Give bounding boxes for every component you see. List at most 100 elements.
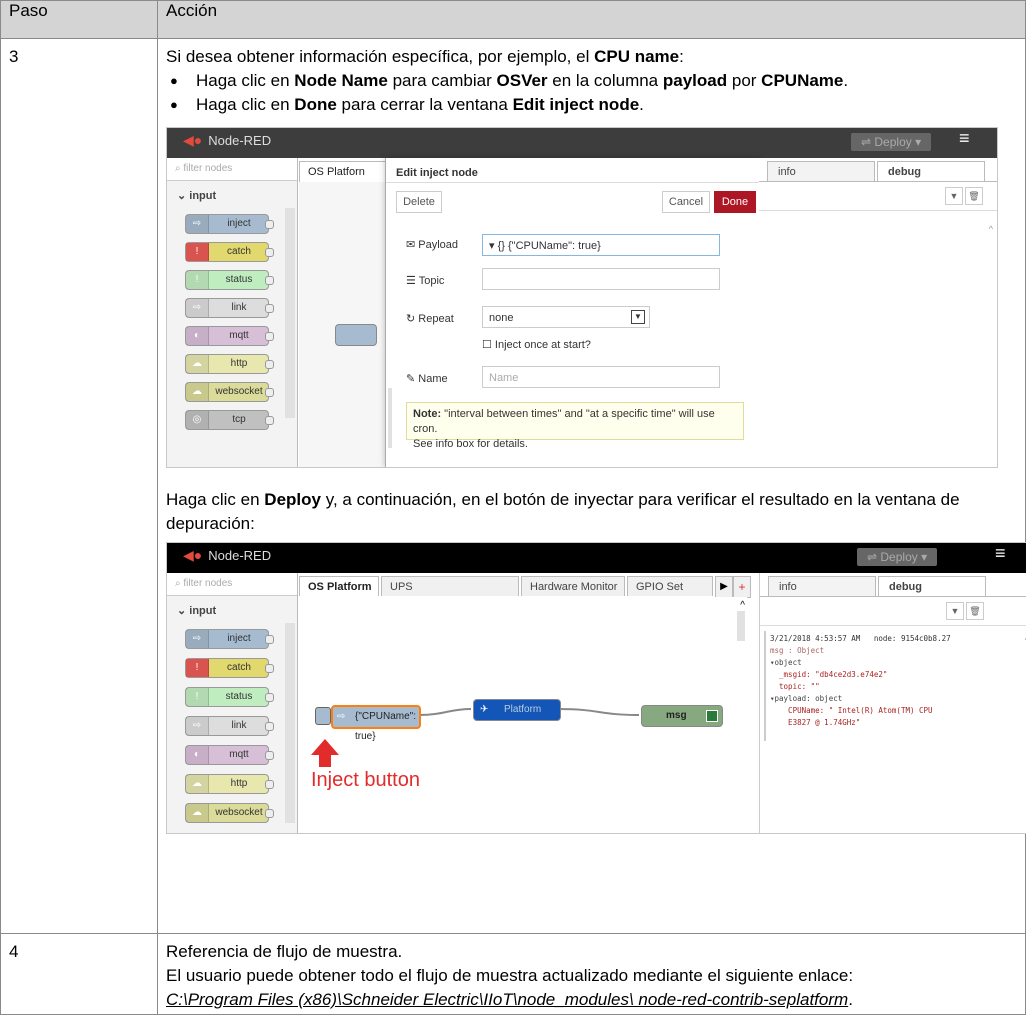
filter-nodes-input[interactable]: ⌕ filter nodes [167,158,297,181]
debug-line: topic: "" [770,682,820,691]
deploy-bold: Deploy [264,490,321,509]
palette-category[interactable]: ⌄ input [177,189,216,203]
node-icon: ⇨ [186,630,209,648]
palette-node-6[interactable]: ☁ websocket [185,382,274,402]
palette-node-3[interactable]: ⇨ link [185,716,274,736]
palette-node-0[interactable]: ⇨ inject [185,629,274,649]
palette-scrollbar[interactable] [285,623,295,823]
palette-node-5[interactable]: ☁ http [185,774,274,794]
deploy-button[interactable]: ⇌ Deploy ▾ [851,133,932,151]
palette-category[interactable]: ⌄ input [177,604,216,618]
node-icon: ⇨ [186,299,209,317]
step-number: 4 [0,933,158,1015]
node-icon: ◎ [186,411,209,429]
tab-scroll-right-icon[interactable]: ▶ [715,576,733,598]
tab-2[interactable]: Hardware Monitor [521,576,625,596]
flow-node-msg[interactable]: msg [641,705,723,727]
node-port [265,780,274,789]
debug-line: ▾object [770,658,802,667]
palette-node-label: status [225,274,253,285]
tab-3[interactable]: GPIO Set [627,576,713,596]
workspace-canvas: ^ ⇨ {"CPUName": true} ✈ Platform msg Injec… [299,597,747,833]
deploy-label: Deploy [874,135,912,149]
scroll-up-icon[interactable]: ^ [989,222,993,236]
nodered-logo-icon: ◀● [183,132,203,148]
flow-link[interactable]: C:\Program Files (x86)\Schneider Electri… [166,990,848,1009]
flow-node-inject[interactable]: ⇨ {"CPUName": true} [331,705,421,742]
bullet1-text: Haga clic en [196,71,290,90]
reference-line: Referencia de flujo de muestra. [166,942,403,961]
debug-toggle[interactable] [706,710,718,722]
node-port [265,635,274,644]
node-icon: ☁ [186,383,209,401]
inject-node-partial[interactable] [335,324,377,346]
info-note: Note: "interval between times" and "at a… [406,402,744,450]
inject-once-checkbox[interactable]: ☐ Inject once at start? [482,338,591,352]
tab-1[interactable]: UPS [381,576,519,596]
flow-node-platform[interactable]: ✈ Platform [473,699,561,721]
bullet2-bold: Done [294,95,337,114]
tab-info[interactable]: info [767,161,875,181]
topic-input[interactable] [482,268,720,290]
palette-node-label: http [230,358,248,369]
palette-node-2[interactable]: ! status [185,270,274,290]
filter-icon[interactable]: ▼ [945,187,963,205]
trash-icon[interactable]: 🗑 [965,187,983,205]
cancel-button[interactable]: Cancel [662,191,710,213]
palette-node-label: websocket [215,386,263,397]
palette-node-2[interactable]: ! status [185,687,274,707]
palette-scrollbar[interactable] [285,208,295,418]
inject-button[interactable] [315,707,331,725]
repeat-select[interactable]: none ▼ [482,306,650,328]
header-action: Acción [157,0,1026,39]
sidebar-divider [760,625,1026,626]
palette-node-0[interactable]: ⇨ inject [185,214,274,234]
palette-node-label: link [231,720,247,731]
tab-debug[interactable]: debug [877,161,985,181]
deploy-button[interactable]: ⇌ Deploy ▾ [857,548,938,566]
app-title: Node-RED [208,548,272,563]
palette-node-5[interactable]: ☁ http [185,354,274,374]
tab-info[interactable]: info [768,576,876,596]
done-button[interactable]: Done [714,191,756,213]
tab-debug[interactable]: debug [878,576,986,596]
nodered-logo: ◀● Node-RED [183,133,271,148]
add-tab-icon[interactable]: + [733,576,751,598]
tab-os-platform[interactable]: OS Platforn [299,161,393,182]
palette-sidebar: ⌕ filter nodes ⌄ input ⇨ inject ! catch ! sta… [167,573,298,833]
name-input[interactable]: Name [482,366,720,388]
palette-node-label: tcp [232,414,246,425]
deploy-text: Haga clic en [166,490,260,509]
palette-node-4[interactable]: ◐ mqtt [185,745,274,765]
chevron-down-icon: ▼ [631,310,645,324]
node-port [265,809,274,818]
node-port [265,722,274,731]
filter-nodes-input[interactable]: ⌕ filter nodes [167,573,297,596]
menu-icon[interactable]: ≡ [995,544,1006,562]
tab-0[interactable]: OS Platform [299,576,379,596]
palette-node-3[interactable]: ⇨ link [185,298,274,318]
palette-node-label: mqtt [229,749,249,760]
palette-sidebar: ⌕ filter nodes ⌄ input ⇨ inject ! catch ! sta… [167,158,298,467]
palette-node-1[interactable]: ! catch [185,658,274,678]
palette-node-1[interactable]: ! catch [185,242,274,262]
palette-node-label: catch [227,662,251,673]
payload-input[interactable]: ▾ {} {"CPUName": true} [482,234,720,256]
nodered-header: ◀● Node-RED ⇌ Deploy ▾ ≡ [167,543,1026,573]
table-header-row: Paso Acción [0,0,1026,39]
category-label: input [189,190,217,202]
palette-node-4[interactable]: ◐ mqtt [185,326,274,346]
delete-button[interactable]: Delete [396,191,442,213]
node-port [265,304,274,313]
intro-bold: CPU name [594,47,680,66]
node-port [265,332,274,341]
palette-node-7[interactable]: ◎ tcp [185,410,274,430]
repeat-value: none [489,312,514,324]
palette-node-label: status [225,691,253,702]
menu-icon[interactable]: ≡ [959,129,970,147]
dialog-scrollbar[interactable] [388,388,392,448]
palette-node-6[interactable]: ☁ websocket [185,803,274,823]
bullet2-text: para cerrar la ventana [341,95,508,114]
trash-icon[interactable]: 🗑 [966,602,984,620]
filter-icon[interactable]: ▼ [946,602,964,620]
